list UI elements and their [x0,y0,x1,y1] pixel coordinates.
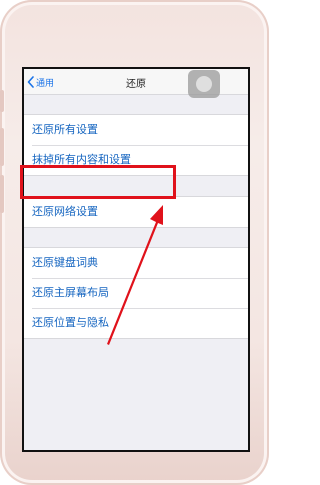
mute-switch [0,90,4,112]
highlight-annotation-box [20,165,176,199]
volume-down-button [0,175,4,213]
reset-home-screen-layout-cell[interactable]: 还原主屏幕布局 [24,278,248,308]
reset-group-3: 还原键盘词典 还原主屏幕布局 还原位置与隐私 [24,247,248,339]
reset-network-settings-cell[interactable]: 还原网络设置 [24,197,248,227]
phone-screen: 通用 还原 还原所有设置 抹掉所有内容和设置 还原网络设置 还原键盘词典 还原主… [22,67,250,452]
reset-location-privacy-cell[interactable]: 还原位置与隐私 [24,308,248,338]
reset-keyboard-dictionary-cell[interactable]: 还原键盘词典 [24,248,248,278]
assistive-touch-button[interactable] [188,70,220,98]
reset-group-2: 还原网络设置 [24,196,248,228]
assistive-touch-icon [196,76,212,92]
reset-all-settings-cell[interactable]: 还原所有设置 [24,115,248,145]
volume-up-button [0,128,4,166]
